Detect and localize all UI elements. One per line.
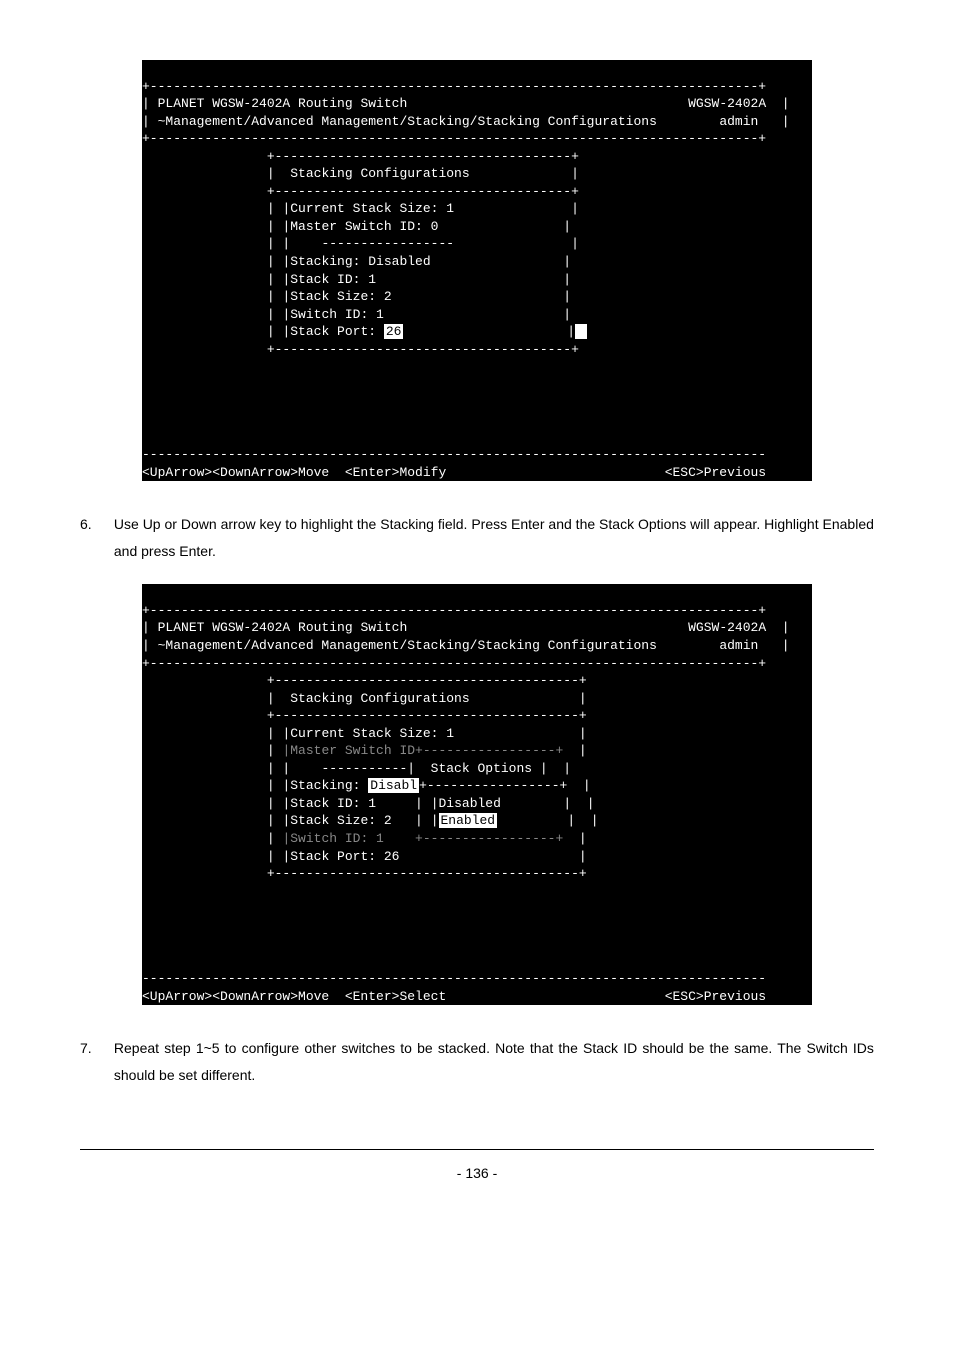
page-number: - 136 -: [457, 1165, 497, 1181]
term2-stacking-after: +-----------------+: [419, 778, 567, 793]
term1-master-switch: |Master Switch ID: 0: [282, 219, 438, 234]
terminal-screenshot-1: +---------------------------------------…: [142, 60, 812, 481]
step-6: 6. Use Up or Down arrow key to highlight…: [80, 511, 874, 564]
step-7-text: Repeat step 1~5 to configure other switc…: [114, 1035, 874, 1088]
term1-footer-right: <ESC>Previous: [665, 465, 766, 480]
term2-disabled: |Disabled: [431, 796, 501, 811]
term2-footer-right: <ESC>Previous: [665, 989, 766, 1004]
term1-stacking: |Stacking: Disabled: [282, 254, 430, 269]
term1-divider: -----------------: [321, 236, 454, 251]
term2-user: admin: [719, 638, 758, 653]
term1-title-left: PLANET WGSW-2402A Routing Switch: [158, 96, 408, 111]
term1-footer-left: <UpArrow><DownArrow>Move <Enter>Modify: [142, 465, 446, 480]
term2-master-switch: |Master Switch ID+-----------------+: [282, 743, 563, 758]
term2-stack-opt: -----------| Stack Options |: [321, 761, 547, 776]
term2-stack-id: |Stack ID: 1 |: [282, 796, 422, 811]
term1-box-title: Stacking Configurations: [290, 166, 469, 181]
term1-path: ~Management/Advanced Management/Stacking…: [158, 114, 657, 129]
step-6-text: Use Up or Down arrow key to highlight th…: [114, 511, 874, 564]
term1-stack-port-val: 26: [384, 324, 404, 339]
term2-stack-size: |Stack Size: 2 |: [282, 813, 422, 828]
term1-switch-id: |Switch ID: 1: [282, 307, 383, 322]
step-7: 7. Repeat step 1~5 to configure other sw…: [80, 1035, 874, 1088]
term2-box-title: Stacking Configurations: [290, 691, 469, 706]
term2-switch-id: |Switch ID: 1 +-----------------+: [282, 831, 563, 846]
term2-stacking-val: Disabl: [368, 778, 419, 793]
term2-enabled-val: Enabled: [439, 813, 498, 828]
term2-title-right: WGSW-2402A: [688, 620, 766, 635]
page-footer: - 136 -: [80, 1149, 874, 1181]
term1-cur-stack-size: |Current Stack Size: 1: [282, 201, 454, 216]
term2-title-left: PLANET WGSW-2402A Routing Switch: [158, 620, 408, 635]
term2-stacking-lbl: |Stacking:: [282, 778, 368, 793]
term2-path: ~Management/Advanced Management/Stacking…: [158, 638, 657, 653]
term1-title-right: WGSW-2402A: [688, 96, 766, 111]
term2-enabled-lbl: |: [431, 813, 439, 828]
term1-stack-size: |Stack Size: 2: [282, 289, 391, 304]
term1-stack-port-lbl: |Stack Port:: [282, 324, 383, 339]
term1-stack-id: |Stack ID: 1: [282, 272, 376, 287]
terminal-screenshot-2: +---------------------------------------…: [142, 584, 812, 1005]
term1-user: admin: [719, 114, 758, 129]
step-6-num: 6.: [80, 511, 110, 538]
step-7-num: 7.: [80, 1035, 110, 1062]
term2-footer-left: <UpArrow><DownArrow>Move <Enter>Select: [142, 989, 446, 1004]
term2-cur-stack-size: |Current Stack Size: 1: [282, 726, 454, 741]
term2-stack-port: |Stack Port: 26: [282, 849, 399, 864]
